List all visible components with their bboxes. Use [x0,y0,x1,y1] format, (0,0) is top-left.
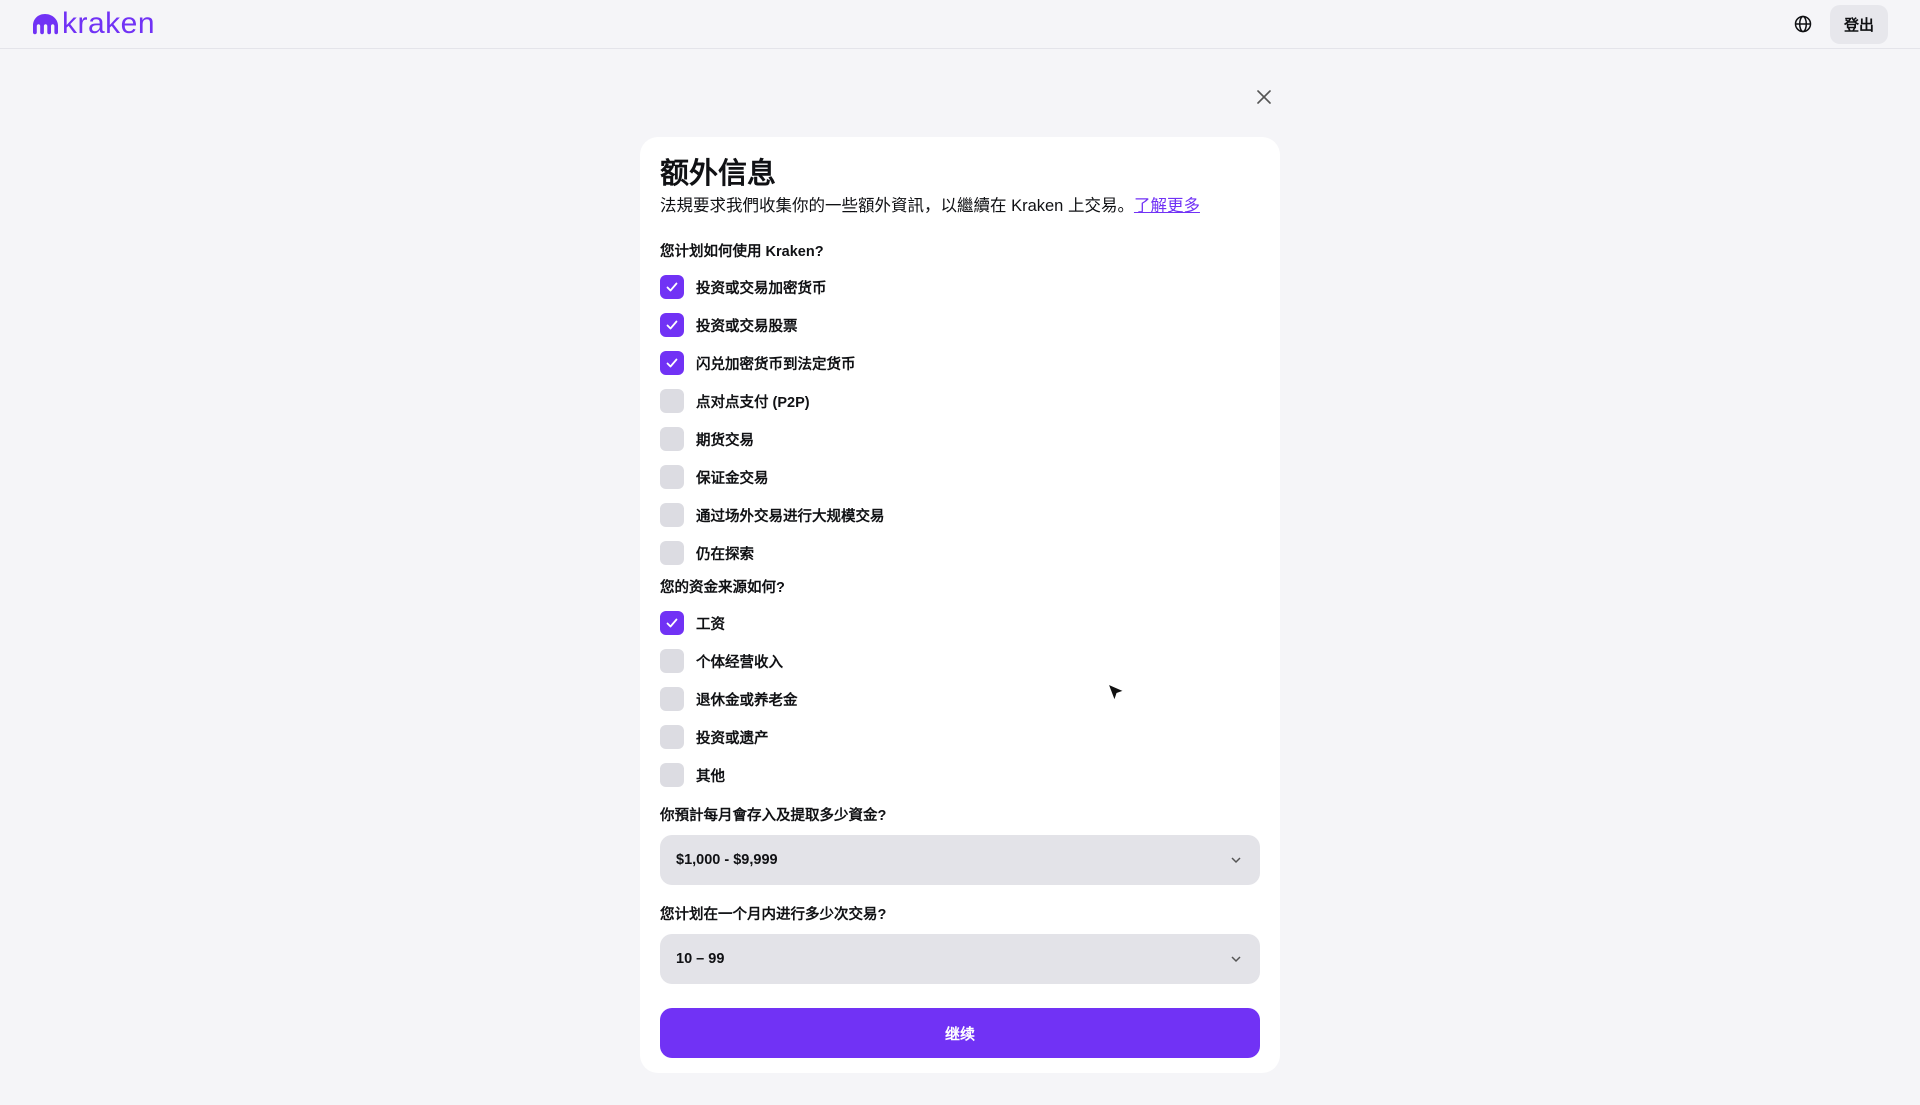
monthly-amount-select[interactable]: $1,000 - $9,999 [660,835,1260,885]
checkbox-option[interactable]: 个体经营收入 [660,642,1260,680]
usage-options: 投资或交易加密货币 投资或交易股票闪兑加密货币到法定货币 点对点支付 (P2P) 期货… [660,268,1260,572]
dialog-title: 额外信息 [660,158,777,190]
checkbox-unchecked[interactable] [660,465,684,489]
checkbox-unchecked[interactable] [660,687,684,711]
trade-count-value: 10 – 99 [676,951,725,967]
checkbox-label: 通过场外交易进行大规模交易 [696,508,885,525]
checkbox-option[interactable]: 闪兑加密货币到法定货币 [660,344,1260,382]
checkbox-label: 保证金交易 [696,470,769,487]
kraken-logo[interactable]: kraken [32,9,155,39]
kraken-logo-icon [33,14,58,35]
additional-info-dialog: 额外信息 法規要求我們收集你的一些額外資訊，以繼續在 Kraken 上交易。了解… [640,137,1280,1073]
checkbox-unchecked[interactable] [660,725,684,749]
checkbox-label: 点对点支付 (P2P) [696,394,810,411]
checkbox-option[interactable]: 期货交易 [660,420,1260,458]
globe-icon[interactable] [1792,13,1814,35]
chevron-down-icon [1231,956,1241,963]
checkbox-label: 其他 [696,768,725,785]
monthly-amount-value: $1,000 - $9,999 [676,852,778,868]
checkbox-label: 投资或交易股票 [696,318,798,335]
checkmark-icon [666,320,678,330]
checkbox-option[interactable]: 保证金交易 [660,458,1260,496]
checkbox-label: 期货交易 [696,432,754,449]
checkbox-option[interactable]: 工资 [660,604,1260,642]
checkbox-label: 仍在探索 [696,546,754,563]
learn-more-link[interactable]: 了解更多 [1134,197,1200,215]
checkbox-checked[interactable] [660,275,684,299]
checkbox-option[interactable]: 其他 [660,756,1260,794]
trade-count-question: 您计划在一个月内进行多少次交易? [660,907,887,923]
checkbox-unchecked[interactable] [660,503,684,527]
top-right-actions: 登出 [1792,4,1888,44]
checkbox-label: 个体经营收入 [696,654,783,671]
checkbox-option[interactable]: 投资或交易股票 [660,306,1260,344]
checkbox-label: 投资或遗产 [696,730,769,747]
checkbox-label: 投资或交易加密货币 [696,280,827,297]
usage-question: 您计划如何使用 Kraken? [660,244,824,260]
dialog-subtitle: 法規要求我們收集你的一些額外資訊，以繼續在 Kraken 上交易。了解更多 [660,195,1260,217]
checkmark-icon [666,618,678,628]
checkbox-checked[interactable] [660,351,684,375]
checkbox-option[interactable]: 点对点支付 (P2P) [660,382,1260,420]
chevron-down-icon [1231,857,1241,864]
monthly-amount-question: 你預計每月會存入及提取多少資金? [660,808,887,824]
checkbox-checked[interactable] [660,611,684,635]
checkbox-unchecked[interactable] [660,427,684,451]
fund-options: 工资个体经营收入 退休金或养老金 投资或遗产其他 [660,604,1260,794]
checkbox-label: 退休金或养老金 [696,692,798,709]
continue-button[interactable]: 继续 [660,1008,1260,1058]
checkbox-option[interactable]: 投资或交易加密货币 [660,268,1260,306]
top-bar: kraken 登出 [0,0,1920,49]
checkbox-option[interactable]: 仍在探索 [660,534,1260,572]
checkbox-unchecked[interactable] [660,389,684,413]
checkbox-unchecked[interactable] [660,649,684,673]
funds-question: 您的资金来源如何? [660,580,785,596]
checkbox-option[interactable]: 投资或遗产 [660,718,1260,756]
checkbox-unchecked[interactable] [660,763,684,787]
checkbox-unchecked[interactable] [660,541,684,565]
checkbox-label: 闪兑加密货币到法定货币 [696,356,856,373]
trade-count-select[interactable]: 10 – 99 [660,934,1260,984]
checkbox-option[interactable]: 通过场外交易进行大规模交易 [660,496,1260,534]
checkbox-checked[interactable] [660,313,684,337]
subtitle-text: 法規要求我們收集你的一些額外資訊，以繼續在 Kraken 上交易。 [660,197,1134,215]
checkbox-label: 工资 [696,616,725,633]
kraken-logo-text: kraken [62,7,156,40]
logout-button[interactable]: 登出 [1829,4,1888,44]
checkmark-icon [666,282,678,292]
checkbox-option[interactable]: 退休金或养老金 [660,680,1260,718]
checkmark-icon [666,358,678,368]
close-icon[interactable] [1254,87,1274,107]
